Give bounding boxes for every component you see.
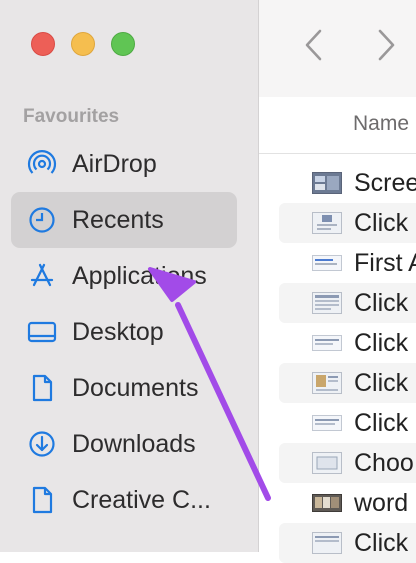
file-list: Scree Click First A Click Click Click (259, 163, 416, 563)
list-item[interactable]: Click (279, 523, 416, 563)
file-name: word (354, 489, 409, 517)
chevron-right-icon[interactable] (375, 28, 397, 67)
sidebar-item-label: Documents (72, 373, 199, 402)
applications-icon (27, 261, 57, 291)
window-controls (31, 32, 135, 56)
list-item[interactable]: Click (279, 363, 416, 403)
list-item[interactable]: Click (259, 403, 416, 443)
sidebar-item-label: AirDrop (72, 149, 157, 178)
file-name: Click (354, 409, 409, 437)
column-header-name[interactable]: Name (353, 112, 409, 136)
sidebar-item-desktop[interactable]: Desktop (11, 304, 237, 360)
file-name: First A (354, 249, 416, 277)
screenshot-thumbnail (312, 172, 342, 194)
screenshot-thumbnail (312, 332, 342, 354)
list-item[interactable]: First A (259, 243, 416, 283)
file-name: Click (354, 289, 409, 317)
clock-icon (27, 205, 57, 235)
sidebar-item-applications[interactable]: Applications (11, 248, 237, 304)
list-item[interactable]: Choo (279, 443, 416, 483)
airdrop-icon (27, 149, 57, 179)
sidebar-nav: AirDrop Recents Applications Desktop Doc… (11, 136, 237, 528)
list-item[interactable]: Click (279, 203, 416, 243)
screenshot-thumbnail (312, 292, 342, 314)
toolbar (259, 0, 416, 98)
list-item[interactable]: Click (279, 283, 416, 323)
screenshot-thumbnail (312, 452, 342, 474)
sidebar-item-label: Downloads (72, 429, 196, 458)
zoom-window-button[interactable] (111, 32, 135, 56)
sidebar-item-airdrop[interactable]: AirDrop (11, 136, 237, 192)
image-thumbnail (312, 492, 342, 514)
file-name: Click (354, 529, 409, 557)
download-icon (27, 429, 57, 459)
file-name: Click (354, 369, 409, 397)
sidebar-item-label: Creative C... (72, 485, 211, 514)
screenshot-thumbnail (312, 252, 342, 274)
document-icon (27, 373, 57, 403)
sidebar-item-recents[interactable]: Recents (11, 192, 237, 248)
screenshot-thumbnail (312, 412, 342, 434)
chevron-left-icon[interactable] (303, 28, 325, 67)
sidebar-item-label: Desktop (72, 317, 164, 346)
file-name: Choo (354, 449, 414, 477)
screenshot-thumbnail (312, 372, 342, 394)
screenshot-thumbnail (312, 212, 342, 234)
screenshot-thumbnail (312, 532, 342, 554)
sidebar-item-label: Recents (72, 205, 164, 234)
desktop-icon (27, 317, 57, 347)
sidebar: Favourites AirDrop Recents Applications … (0, 0, 259, 552)
sidebar-item-documents[interactable]: Documents (11, 360, 237, 416)
list-item[interactable]: word (259, 483, 416, 523)
list-item[interactable]: Scree (259, 163, 416, 203)
file-name: Click (354, 209, 409, 237)
sidebar-item-downloads[interactable]: Downloads (11, 416, 237, 472)
close-window-button[interactable] (31, 32, 55, 56)
file-name: Scree (354, 169, 416, 197)
list-header: Name (259, 97, 416, 154)
favourites-section-title: Favourites (23, 106, 120, 127)
list-item[interactable]: Click (259, 323, 416, 363)
minimize-window-button[interactable] (71, 32, 95, 56)
file-name: Click (354, 329, 409, 357)
file-icon (27, 485, 57, 515)
sidebar-item-creative-cloud[interactable]: Creative C... (11, 472, 237, 528)
sidebar-item-label: Applications (72, 261, 207, 290)
